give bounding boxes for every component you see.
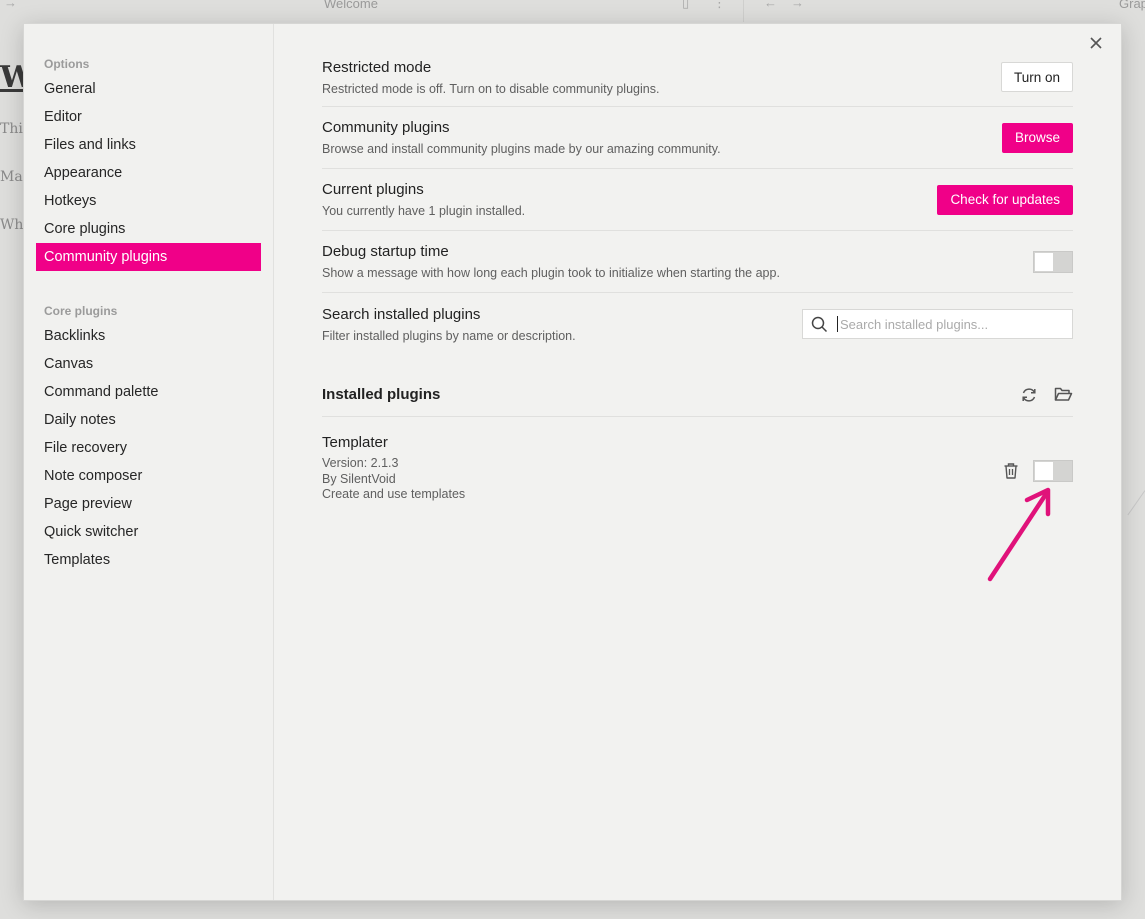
- settings-sidebar: Options General Editor Files and links A…: [24, 24, 274, 900]
- background-tab-bar: → Welcome ▯ ⋮ ← → Graph: [0, 0, 1145, 22]
- sidebar-item-files-and-links[interactable]: Files and links: [36, 131, 261, 159]
- installed-plugins-title: Installed plugins: [322, 386, 441, 403]
- sidebar-item-command-palette[interactable]: Command palette: [36, 378, 261, 406]
- sidebar-item-canvas[interactable]: Canvas: [36, 350, 261, 378]
- plugin-version: Version: 2.1.3: [322, 456, 399, 470]
- sidebar-item-file-recovery[interactable]: File recovery: [36, 434, 261, 462]
- setting-description: Browse and install community plugins mad…: [322, 142, 721, 156]
- sidebar-heading-options: Options: [44, 57, 90, 71]
- more-options-icon: ⋮: [713, 0, 726, 10]
- plugin-name: Templater: [322, 434, 388, 451]
- plugin-author: By SilentVoid: [322, 471, 396, 486]
- setting-debug-startup-time: Debug startup time Show a message with h…: [322, 231, 1073, 293]
- setting-search-installed-plugins: Search installed plugins Filter installe…: [322, 293, 1073, 355]
- sidebar-item-core-plugins[interactable]: Core plugins: [36, 215, 261, 243]
- folder-open-icon: [1054, 387, 1072, 401]
- toggle-knob: [1035, 461, 1053, 480]
- sidebar-item-page-preview[interactable]: Page preview: [36, 490, 261, 518]
- sidebar-item-general[interactable]: General: [36, 75, 261, 103]
- book-icon: ▯: [682, 0, 690, 10]
- back-arrow-icon: ←: [764, 0, 777, 10]
- setting-description: You currently have 1 plugin installed.: [322, 204, 526, 218]
- settings-content: Restricted mode Restricted mode is off. …: [274, 24, 1121, 900]
- background-tab-title: Welcome: [324, 0, 378, 11]
- background-graph-edge: [1127, 490, 1145, 516]
- setting-description: Show a message with how long each plugin…: [322, 266, 780, 280]
- setting-description: Filter installed plugins by name or desc…: [322, 328, 576, 343]
- plugin-description: Create and use templates: [322, 487, 466, 501]
- toggle-knob: [1035, 252, 1053, 271]
- browse-button[interactable]: Browse: [1001, 122, 1073, 153]
- search-icon: [811, 316, 828, 332]
- setting-current-plugins: Current plugins You currently have 1 plu…: [322, 169, 1073, 231]
- setting-community-plugins: Community plugins Browse and install com…: [322, 107, 1073, 169]
- sidebar-item-community-plugins[interactable]: Community plugins: [36, 243, 261, 271]
- plugin-item-templater: Templater Version: 2.1.3 By SilentVoid C…: [322, 417, 1073, 503]
- open-plugins-folder-button[interactable]: [1053, 385, 1073, 405]
- sidebar-item-templates[interactable]: Templates: [36, 546, 261, 574]
- background-tab-title-right: Graph: [1119, 0, 1145, 11]
- sidebar-item-quick-switcher[interactable]: Quick switcher: [36, 518, 261, 546]
- pane-divider: [743, 0, 744, 22]
- setting-name: Current plugins: [322, 181, 424, 198]
- uninstall-plugin-button[interactable]: [1001, 461, 1021, 481]
- check-for-updates-button[interactable]: Check for updates: [937, 184, 1073, 215]
- sidebar-item-note-composer[interactable]: Note composer: [36, 462, 261, 490]
- setting-name: Debug startup time: [322, 243, 449, 260]
- setting-name: Restricted mode: [322, 58, 432, 76]
- forward-arrow-icon: →: [791, 0, 804, 10]
- reload-plugins-button[interactable]: [1019, 385, 1039, 405]
- setting-description: Restricted mode is off. Turn on to disab…: [322, 81, 660, 96]
- sidebar-item-editor[interactable]: Editor: [36, 103, 261, 131]
- forward-arrow-icon: →: [4, 0, 17, 10]
- sidebar-item-hotkeys[interactable]: Hotkeys: [36, 187, 261, 215]
- sidebar-item-backlinks[interactable]: Backlinks: [36, 322, 261, 350]
- templater-enable-toggle[interactable]: [1033, 459, 1073, 482]
- turn-on-restricted-mode-button[interactable]: Turn on: [1000, 62, 1073, 92]
- sidebar-heading-core-plugins: Core plugins: [44, 304, 118, 318]
- debug-startup-toggle[interactable]: [1033, 250, 1073, 273]
- sidebar-item-appearance[interactable]: Appearance: [36, 159, 261, 187]
- search-installed-plugins-input[interactable]: [838, 315, 1072, 333]
- setting-restricted-mode: Restricted mode Restricted mode is off. …: [322, 52, 1073, 107]
- setting-name: Search installed plugins: [322, 305, 481, 323]
- reload-icon: [1022, 387, 1036, 402]
- settings-modal: Options General Editor Files and links A…: [23, 23, 1122, 901]
- sidebar-item-daily-notes[interactable]: Daily notes: [36, 406, 261, 434]
- trash-icon: [1004, 463, 1018, 479]
- search-box: [802, 309, 1073, 339]
- setting-name: Community plugins: [322, 119, 450, 136]
- installed-plugins-header: Installed plugins: [322, 355, 1073, 417]
